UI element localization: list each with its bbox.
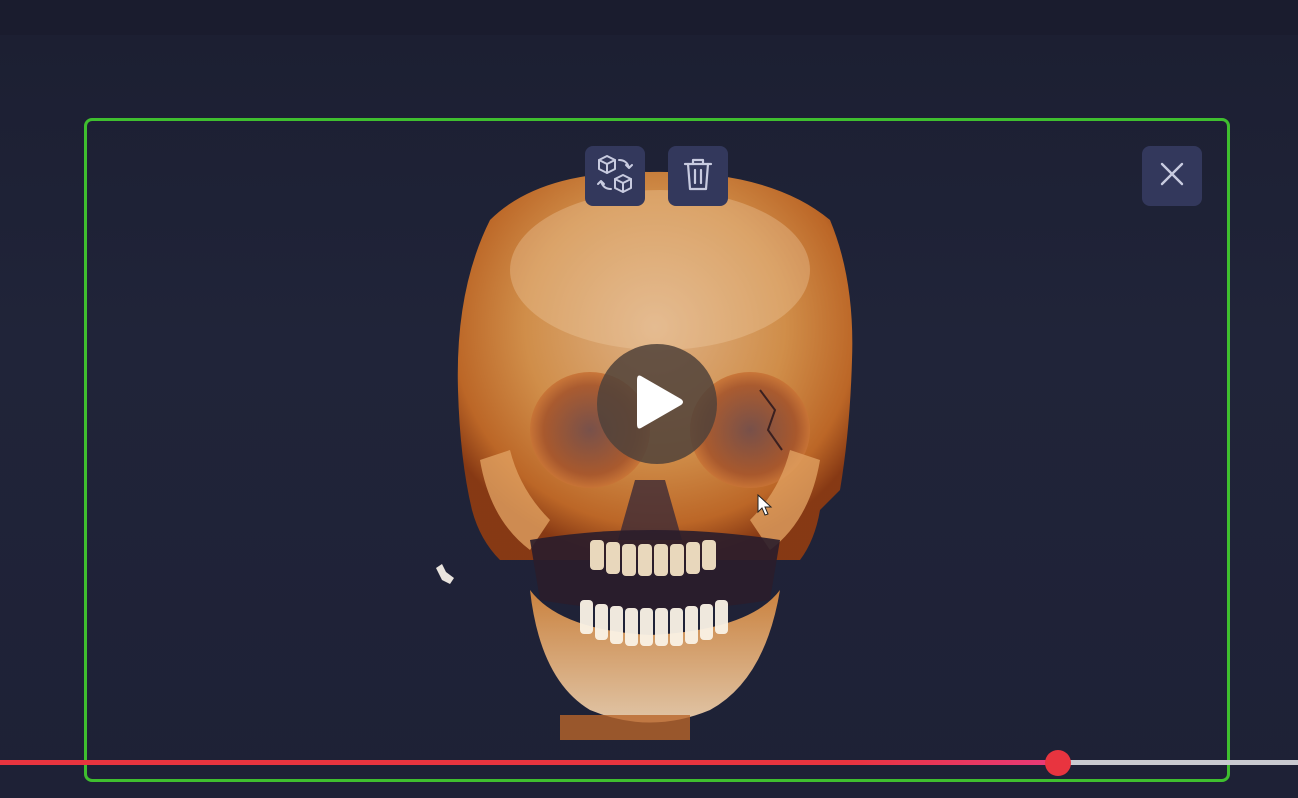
seek-bar[interactable] [0, 760, 1298, 765]
top-bar [0, 0, 1298, 35]
seek-bar-played [0, 760, 1058, 765]
play-icon [627, 370, 687, 439]
play-button[interactable] [597, 344, 717, 464]
close-icon [1159, 161, 1185, 192]
swap-3d-model-icon [593, 152, 637, 201]
close-button[interactable] [1142, 146, 1202, 206]
seek-handle[interactable] [1044, 750, 1071, 776]
swap-model-button[interactable] [585, 146, 645, 206]
mouse-pointer-icon [757, 494, 773, 516]
delete-button[interactable] [668, 146, 728, 206]
trash-icon [682, 156, 714, 197]
